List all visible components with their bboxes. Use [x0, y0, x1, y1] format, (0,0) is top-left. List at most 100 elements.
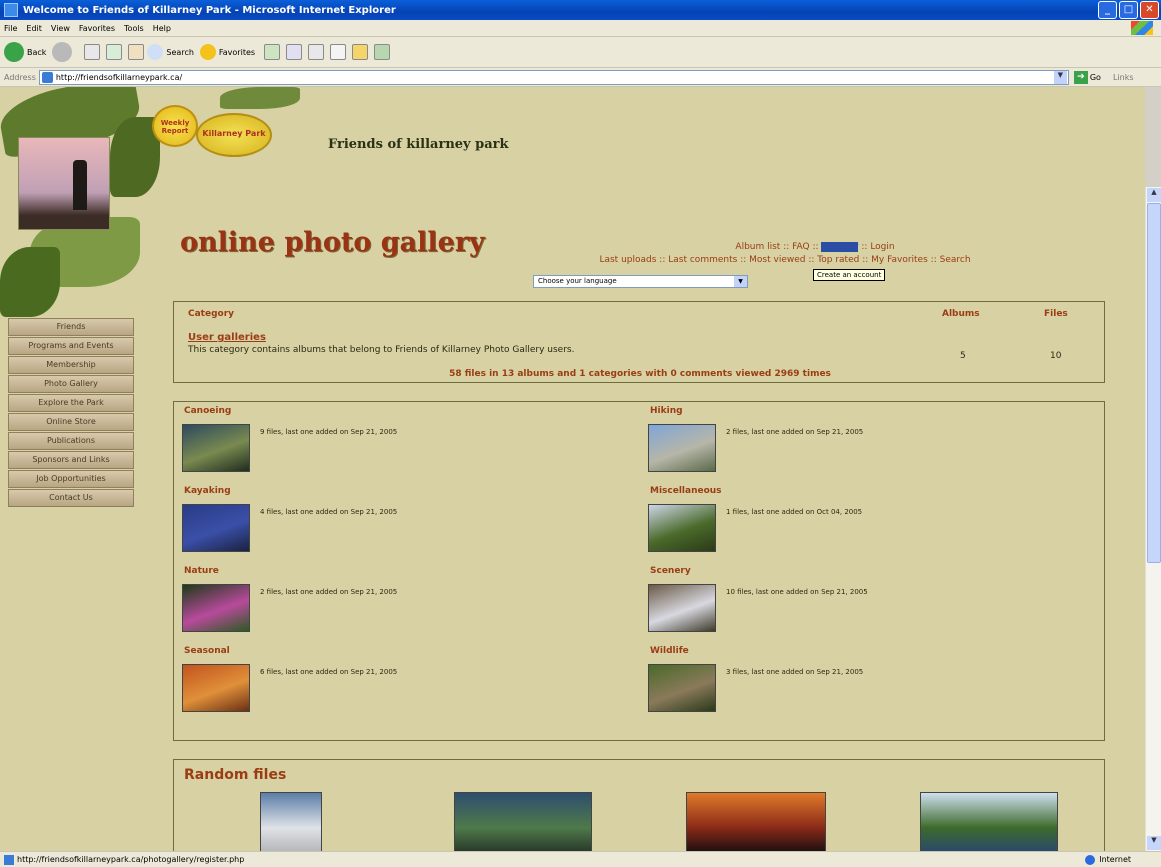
album-name[interactable]: Scenery [650, 566, 691, 576]
side-nav-programs[interactable]: Programs and Events [8, 337, 134, 355]
gallery-nav-row-2: Last uploads :: Last comments :: Most vi… [599, 255, 971, 265]
star-icon [199, 44, 216, 60]
address-url: http://friendsofkillarneypark.ca/ [55, 72, 183, 82]
random-thumbnail[interactable] [920, 792, 1058, 851]
album-info: 2 files, last one added on Sep 21, 2005 [260, 588, 398, 596]
search-button[interactable]: Search [147, 44, 194, 60]
status-bar: http://friendsofkillarneypark.ca/photoga… [0, 851, 1161, 867]
mail-icon[interactable] [286, 44, 303, 60]
gallery-nav-row-1: Album list :: FAQ :: Register :: Login [735, 242, 895, 252]
menu-file[interactable]: File [4, 24, 17, 33]
scroll-up-icon[interactable]: ▲ [1147, 188, 1161, 202]
album-thumbnail[interactable] [182, 584, 250, 632]
album-info: 9 files, last one added on Sep 21, 2005 [260, 428, 398, 436]
album-name[interactable]: Hiking [650, 406, 683, 416]
nav-search[interactable]: Search [940, 255, 971, 265]
go-arrow-icon: ➔ [1073, 70, 1088, 84]
home-icon[interactable] [128, 44, 145, 60]
album-thumbnail[interactable] [648, 504, 716, 552]
nav-my-favorites[interactable]: My Favorites [871, 255, 928, 265]
forward-arrow-icon [52, 42, 73, 62]
back-button[interactable]: Back [4, 42, 46, 62]
random-thumbnail[interactable] [260, 792, 322, 851]
nav-login[interactable]: Login [870, 242, 894, 252]
albums-header: Albums [942, 309, 980, 319]
messenger-icon[interactable] [374, 44, 391, 60]
stop-icon[interactable] [84, 44, 101, 60]
browser-toolbar: Back Search Favorites [0, 37, 1161, 68]
links-button[interactable]: Links [1113, 73, 1134, 82]
refresh-icon[interactable] [106, 44, 123, 60]
album-name[interactable]: Nature [184, 566, 219, 576]
tooltip: Create an account [813, 269, 886, 281]
side-nav-jobs[interactable]: Job Opportunities [8, 470, 134, 488]
close-button[interactable]: ✕ [1140, 1, 1159, 19]
scroll-down-icon[interactable]: ▼ [1147, 836, 1161, 850]
album-count: 5 [960, 351, 966, 361]
nav-last-uploads[interactable]: Last uploads [599, 255, 656, 265]
side-nav-sponsors[interactable]: Sponsors and Links [8, 451, 134, 469]
side-nav-publications[interactable]: Publications [8, 432, 134, 450]
print-icon[interactable] [308, 44, 325, 60]
maximize-button[interactable]: □ [1119, 1, 1138, 19]
language-select[interactable]: Choose your language ▼ [533, 275, 748, 288]
side-nav-online-store[interactable]: Online Store [8, 413, 134, 431]
album-item: Scenery 10 files, last one added on Sep … [640, 562, 1100, 632]
gallery-title: online photo gallery [180, 227, 485, 258]
favorites-button[interactable]: Favorites [199, 44, 255, 60]
album-name[interactable]: Kayaking [184, 486, 231, 496]
album-thumbnail[interactable] [182, 424, 250, 472]
album-item: Seasonal 6 files, last one added on Sep … [174, 642, 634, 712]
album-info: 3 files, last one added on Sep 21, 2005 [726, 668, 864, 676]
page-icon [41, 71, 53, 83]
album-info: 10 files, last one added on Sep 21, 2005 [726, 588, 868, 596]
random-thumbnail[interactable] [454, 792, 592, 851]
nav-last-comments[interactable]: Last comments [668, 255, 737, 265]
menu-edit[interactable]: Edit [26, 24, 42, 33]
nav-album-list[interactable]: Album list [735, 242, 780, 252]
edit-icon[interactable] [330, 44, 347, 60]
album-name[interactable]: Miscellaneous [650, 486, 722, 496]
folder-icon[interactable] [352, 44, 369, 60]
side-nav-membership[interactable]: Membership [8, 356, 134, 374]
album-thumbnail[interactable] [648, 584, 716, 632]
vertical-scrollbar[interactable]: ▲ ▼ [1145, 187, 1161, 851]
album-item: Kayaking 4 files, last one added on Sep … [174, 482, 634, 552]
history-icon[interactable] [264, 44, 281, 60]
site-title: Friends of killarney park [328, 137, 509, 152]
album-thumbnail[interactable] [648, 424, 716, 472]
album-info: 4 files, last one added on Sep 21, 2005 [260, 508, 398, 516]
page-content: Weekly Report Killarney Park Friends of … [0, 87, 1145, 851]
random-thumbnail[interactable] [686, 792, 826, 851]
album-info: 1 files, last one added on Oct 04, 2005 [726, 508, 863, 516]
nav-most-viewed[interactable]: Most viewed [749, 255, 805, 265]
side-nav: Friends Programs and Events Membership P… [8, 318, 134, 508]
album-name[interactable]: Canoeing [184, 406, 231, 416]
album-name[interactable]: Seasonal [184, 646, 230, 656]
forward-button[interactable] [52, 42, 75, 62]
window-title: Welcome to Friends of Killarney Park - M… [23, 4, 396, 16]
side-nav-explore[interactable]: Explore the Park [8, 394, 134, 412]
title-bar: Welcome to Friends of Killarney Park - M… [0, 0, 1161, 20]
scroll-thumb[interactable] [1147, 203, 1161, 563]
album-thumbnail[interactable] [648, 664, 716, 712]
go-button[interactable]: ➔ Go [1073, 70, 1101, 84]
album-name[interactable]: Wildlife [650, 646, 689, 656]
nav-register[interactable]: Register [821, 242, 859, 252]
menu-favorites[interactable]: Favorites [79, 24, 115, 33]
menu-tools[interactable]: Tools [124, 24, 144, 33]
side-nav-friends[interactable]: Friends [8, 318, 134, 336]
side-nav-contact[interactable]: Contact Us [8, 489, 134, 507]
nav-top-rated[interactable]: Top rated [817, 255, 859, 265]
menu-help[interactable]: Help [153, 24, 171, 33]
address-input[interactable]: http://friendsofkillarneypark.ca/ ▼ [38, 69, 1069, 85]
album-thumbnail[interactable] [182, 664, 250, 712]
minimize-button[interactable]: _ [1098, 1, 1117, 19]
album-thumbnail[interactable] [182, 504, 250, 552]
menu-view[interactable]: View [51, 24, 70, 33]
window-controls: _ □ ✕ [1098, 1, 1159, 19]
nav-faq[interactable]: FAQ [792, 242, 809, 252]
category-link-user-galleries[interactable]: User galleries [188, 332, 266, 343]
side-nav-photo-gallery[interactable]: Photo Gallery [8, 375, 134, 393]
address-dropdown-icon[interactable]: ▼ [1053, 70, 1067, 84]
